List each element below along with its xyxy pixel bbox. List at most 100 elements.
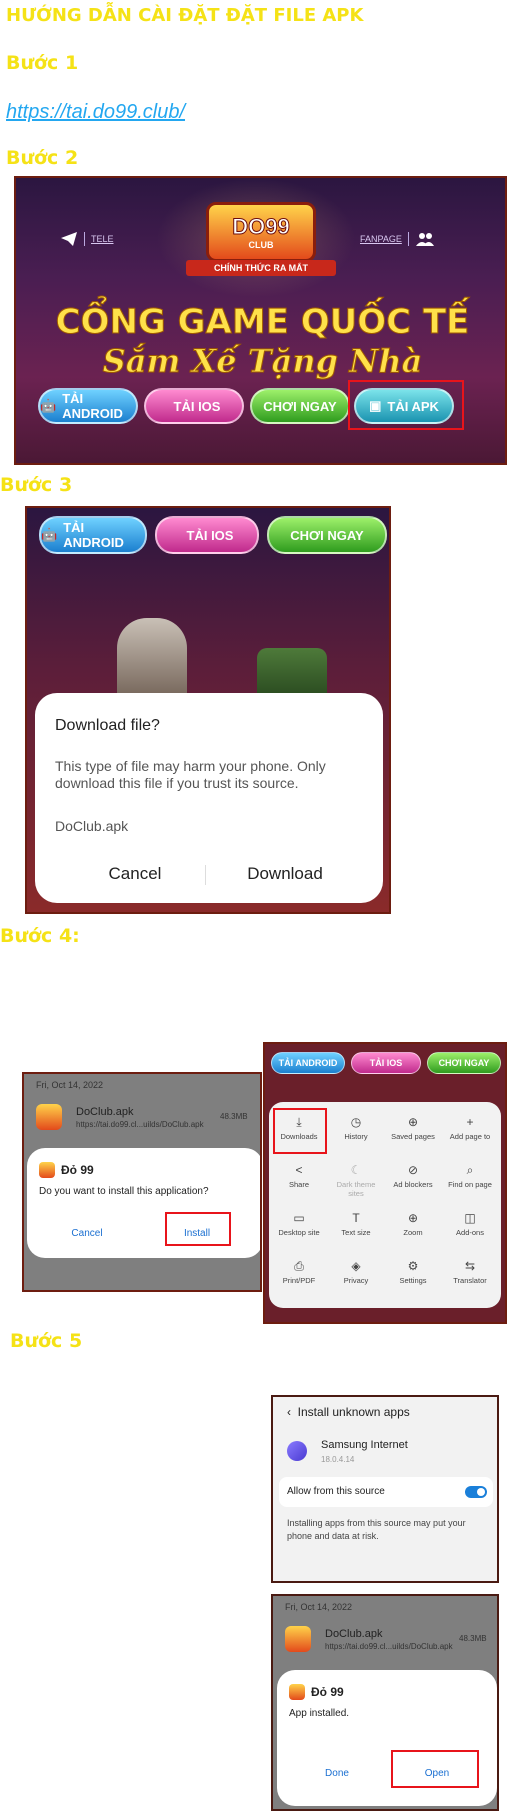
samsung-internet-icon: [287, 1441, 307, 1461]
android-icon: 🤖: [40, 398, 57, 413]
unknown-apps-screenshot: ‹ Install unknown apps Samsung Internet …: [271, 1395, 499, 1583]
dialog-title: Download file?: [55, 717, 160, 734]
download-file-dialog: Download file? This type of file may har…: [35, 693, 383, 903]
highlight-open: [391, 1750, 479, 1788]
app-icon: [36, 1104, 62, 1130]
step-4-heading: Bước 4:: [0, 925, 80, 947]
menu-item-saved-pages[interactable]: ⊕ Saved pages: [385, 1114, 441, 1141]
download-link[interactable]: https://tai.do99.club/: [6, 101, 185, 124]
step-5-heading: Bước 5: [10, 1330, 83, 1352]
notification-date: Fri, Oct 14, 2022: [285, 1602, 353, 1612]
install-prompt-screenshot: Fri, Oct 14, 2022 DoClub.apk https://tai…: [22, 1072, 262, 1292]
page-title: HƯỚNG DẪN CÀI ĐẶT ĐẶT FILE APK: [6, 5, 364, 26]
menu-item-privacy[interactable]: ◈ Privacy: [328, 1258, 384, 1285]
highlight-downloads: [273, 1108, 327, 1154]
tele-label: TELE: [91, 234, 114, 244]
install-dialog: Đỏ 99 Do you want to install this applic…: [27, 1148, 260, 1258]
share-icon: <: [295, 1163, 303, 1177]
allow-source-row[interactable]: Allow from this source: [279, 1477, 493, 1507]
allow-source-toggle[interactable]: [465, 1486, 487, 1498]
back-icon[interactable]: ‹: [287, 1405, 291, 1419]
menu-item-zoom[interactable]: ⊕ Zoom: [385, 1210, 441, 1237]
menu-item-settings[interactable]: ⚙ Settings: [385, 1258, 441, 1285]
app-version: 18.0.4.14: [321, 1455, 355, 1464]
app-icon: [289, 1684, 305, 1700]
browser-menu: ⤓ Downloads ◷ History ⊕ Saved pages + Add page …: [269, 1102, 501, 1308]
menu-item-label: Add page to: [449, 1132, 491, 1141]
allow-source-label: Allow from this source: [287, 1486, 385, 1497]
download-ios-button[interactable]: TẢI IOS: [144, 388, 244, 424]
launch-ribbon: CHÍNH THỨC RA MẮT: [186, 260, 336, 276]
download-button[interactable]: Download: [215, 864, 355, 884]
notification-url: https://tai.do99.cl...uilds/DoClub.apk: [76, 1120, 204, 1129]
menu-item-label: Text size: [341, 1228, 371, 1237]
menu-item-text-size[interactable]: T Text size: [328, 1210, 384, 1237]
menu-item-label: Saved pages: [391, 1132, 435, 1141]
headline-main: CỔNG GAME QUỐC TẾ: [55, 302, 470, 343]
fanpage-label: FANPAGE: [360, 234, 402, 244]
app-installed-screenshot: Fri, Oct 14, 2022 DoClub.apk https://tai…: [271, 1594, 499, 1811]
cancel-button[interactable]: Cancel: [57, 1228, 117, 1239]
text-size-icon: T: [352, 1211, 360, 1225]
group-icon: [415, 233, 434, 246]
menu-item-ad-blockers[interactable]: ⊘ Ad blockers: [385, 1162, 441, 1189]
download-android-button-3[interactable]: TẢI ANDROID: [271, 1052, 345, 1074]
menu-item-label: History: [344, 1132, 368, 1141]
menu-item-label: Print/PDF: [282, 1276, 316, 1285]
website-banner: TELE DO99 CLUB CHÍNH THỨC RA MẮT FANPAGE…: [14, 176, 507, 465]
android-icon: 🤖: [41, 527, 58, 542]
dialog-filename: DoClub.apk: [55, 818, 129, 834]
download-android-button[interactable]: 🤖 TẢI ANDROID: [38, 388, 138, 424]
notification-url: https://tai.do99.cl...uilds/DoClub.apk: [325, 1642, 453, 1651]
highlight-apk: [348, 380, 464, 430]
installed-dialog: Đỏ 99 App installed. Done Open: [277, 1670, 497, 1806]
app-name: Đỏ 99: [61, 1163, 94, 1177]
ad-blockers-icon: ⊘: [407, 1163, 419, 1177]
privacy-icon: ◈: [351, 1259, 361, 1273]
step-1-heading: Bước 1: [6, 52, 79, 74]
menu-item-add-ons[interactable]: ◫ Add-ons: [442, 1210, 498, 1237]
fanpage-link[interactable]: FANPAGE: [360, 232, 435, 246]
cancel-button[interactable]: Cancel: [75, 864, 195, 884]
zoom-icon: ⊕: [407, 1211, 419, 1225]
play-now-button-3[interactable]: CHƠI NGAY: [427, 1052, 501, 1074]
done-button[interactable]: Done: [307, 1768, 367, 1779]
notification-date: Fri, Oct 14, 2022: [36, 1080, 104, 1090]
desktop-site-icon: ▭: [293, 1211, 305, 1225]
download-dialog-screenshot: 🤖 TẢI ANDROID TẢI IOS CHƠI NGAY Download …: [25, 506, 391, 914]
app-name: Samsung Internet: [321, 1439, 408, 1451]
notification-filename: DoClub.apk: [76, 1106, 134, 1118]
download-android-button-2[interactable]: 🤖 TẢI ANDROID: [39, 516, 147, 554]
menu-item-label: Ad blockers: [393, 1180, 433, 1189]
settings-header: ‹ Install unknown apps: [287, 1405, 410, 1419]
step-3-heading: Bước 3: [0, 474, 73, 496]
menu-item-dark-theme-sites[interactable]: ☾ Dark theme sites: [328, 1162, 384, 1198]
print-pdf-icon: ⎙: [294, 1259, 304, 1273]
menu-item-label: Desktop site: [278, 1228, 320, 1237]
menu-item-translator[interactable]: ⇆ Translator: [442, 1258, 498, 1285]
download-ios-button-2[interactable]: TẢI IOS: [155, 516, 259, 554]
menu-item-find-on-page[interactable]: ⌕ Find on page: [442, 1162, 498, 1189]
step-2-heading: Bước 2: [6, 147, 79, 169]
dark-theme-sites-icon: ☾: [350, 1163, 362, 1177]
menu-item-add-page-to[interactable]: + Add page to: [442, 1114, 498, 1141]
tele-link[interactable]: TELE: [60, 232, 114, 246]
play-now-button-2[interactable]: CHƠI NGAY: [267, 516, 387, 554]
menu-item-label: Privacy: [343, 1276, 369, 1285]
notification-size: 48.3MB: [220, 1112, 248, 1121]
menu-item-desktop-site[interactable]: ▭ Desktop site: [271, 1210, 327, 1237]
menu-item-label: Translator: [453, 1276, 487, 1285]
do99-logo: DO99 CLUB: [206, 202, 316, 262]
menu-item-share[interactable]: < Share: [271, 1162, 327, 1189]
browser-menu-screenshot: TẢI ANDROID TẢI IOS CHƠI NGAY ⤓ Downloads…: [263, 1042, 507, 1324]
settings-icon: ⚙: [407, 1259, 419, 1273]
headline-sub: Sắm Xế Tặng Nhà: [102, 342, 423, 381]
app-icon: [285, 1626, 311, 1652]
dialog-message: This type of file may harm your phone. O…: [55, 758, 326, 791]
menu-item-history[interactable]: ◷ History: [328, 1114, 384, 1141]
menu-item-print-pdf[interactable]: ⎙ Print/PDF: [271, 1258, 327, 1285]
find-on-page-icon: ⌕: [466, 1163, 474, 1177]
download-ios-button-3[interactable]: TẢI IOS: [351, 1052, 421, 1074]
play-now-button[interactable]: CHƠI NGAY: [250, 388, 350, 424]
notification-size: 48.3MB: [459, 1634, 487, 1643]
